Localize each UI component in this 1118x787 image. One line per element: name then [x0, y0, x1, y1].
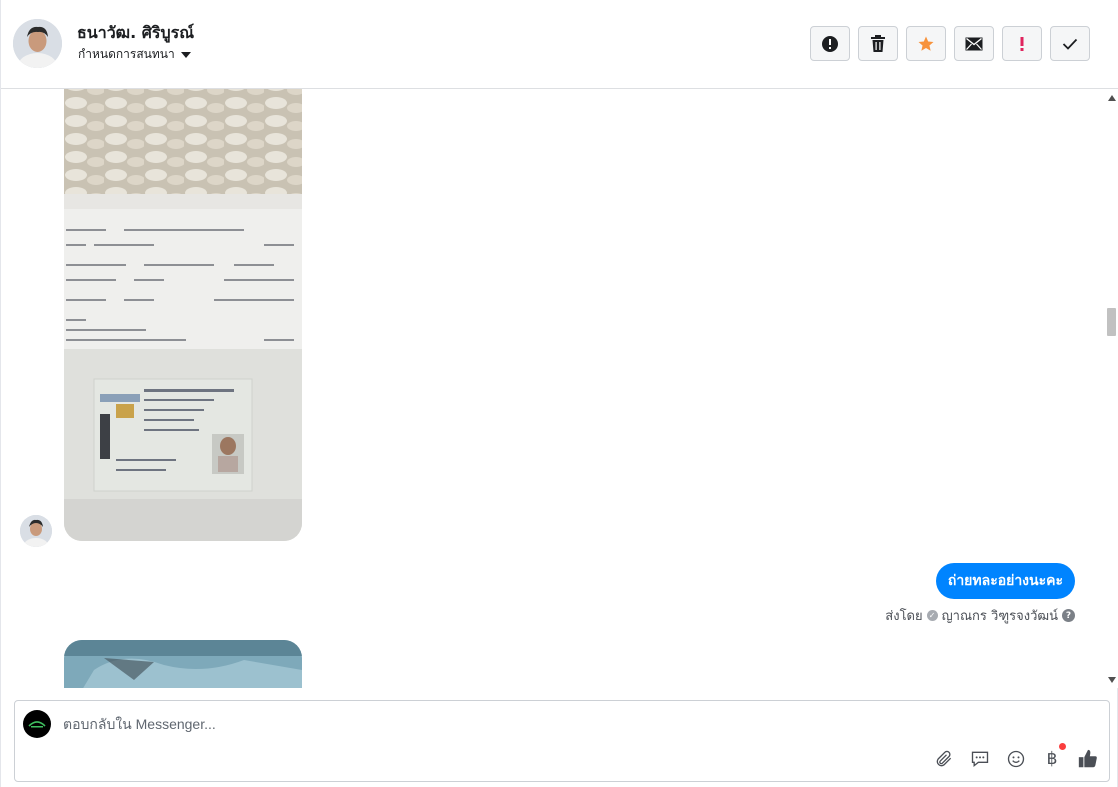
assign-conversation-dropdown[interactable]: กำหนดการสนทนา — [78, 45, 191, 64]
conversation-header: ธนาวัฒ. ศิริบูรณ์ กำหนดการสนทนา — [1, 0, 1118, 89]
star-button[interactable] — [906, 26, 946, 61]
contact-avatar[interactable] — [13, 19, 62, 68]
sent-by-label: ส่งโดย — [885, 609, 923, 624]
page-avatar — [23, 710, 51, 738]
reply-composer: ฿ — [14, 700, 1110, 782]
baht-symbol: ฿ — [1046, 749, 1058, 769]
notification-dot — [1059, 743, 1066, 750]
reply-input[interactable] — [63, 713, 963, 735]
check-icon — [1062, 38, 1078, 50]
trash-icon — [871, 34, 885, 52]
mark-unread-button[interactable] — [954, 26, 994, 61]
like-icon[interactable] — [1077, 748, 1099, 770]
admin-badge-icon: ✓ — [926, 610, 938, 621]
baht-payment-icon[interactable]: ฿ — [1041, 743, 1066, 770]
paperclip-icon[interactable] — [933, 748, 955, 770]
inbox-conversation-panel: ธนาวัฒ. ศิริบูรณ์ กำหนดการสนทนา ถ่ายทละอ… — [0, 0, 1118, 787]
report-spam-button[interactable] — [810, 26, 850, 61]
question-icon[interactable]: ? — [1062, 609, 1075, 622]
mark-done-button[interactable] — [1050, 26, 1090, 61]
exclamation-icon — [1020, 36, 1024, 51]
star-icon — [918, 36, 934, 51]
scroll-down-arrow[interactable] — [1108, 677, 1116, 683]
message-thread[interactable]: ถ่ายทละอย่างนะคะ ส่งโดย ✓ ญาณกร วิฑูรจงว… — [1, 89, 1105, 688]
assign-conversation-label: กำหนดการสนทนา — [78, 47, 175, 61]
sent-by-name: ญาณกร วิฑูรจงวัฒน์ — [941, 609, 1058, 624]
saved-reply-icon[interactable] — [969, 748, 991, 770]
attachment-photo[interactable] — [64, 640, 302, 688]
sent-by-info: ส่งโดย ✓ ญาณกร วิฑูรจงวัฒน์ ? — [885, 605, 1075, 626]
contact-avatar-small — [20, 515, 52, 547]
emoji-icon[interactable] — [1005, 748, 1027, 770]
attachment-photo[interactable] — [64, 89, 302, 541]
composer-tools: ฿ — [933, 743, 1099, 770]
envelope-icon — [965, 37, 983, 50]
follow-up-button[interactable] — [1002, 26, 1042, 61]
scroll-thumb[interactable] — [1107, 308, 1116, 336]
scroll-up-arrow[interactable] — [1108, 95, 1116, 101]
exclamation-circle-icon — [822, 35, 838, 52]
delete-button[interactable] — [858, 26, 898, 61]
outgoing-message-bubble[interactable]: ถ่ายทละอย่างนะคะ — [935, 563, 1075, 599]
conversation-actions — [810, 26, 1090, 61]
chevron-down-icon — [180, 51, 191, 58]
thread-scrollbar[interactable] — [1105, 89, 1118, 688]
contact-name[interactable]: ธนาวัฒ. ศิริบูรณ์ — [77, 21, 194, 46]
